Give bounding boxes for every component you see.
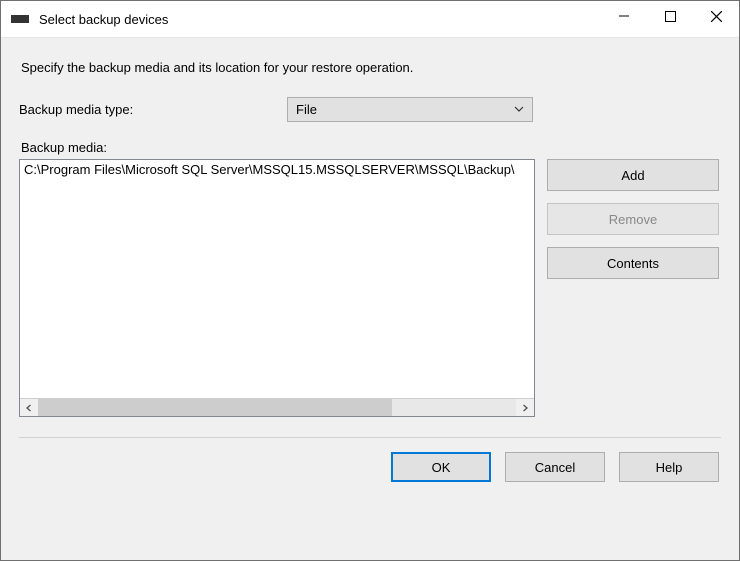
scroll-right-button[interactable] [516,399,534,416]
chevron-left-icon [25,404,33,412]
minimize-button[interactable] [601,1,647,31]
help-button[interactable]: Help [619,452,719,482]
scroll-thumb[interactable] [38,399,392,416]
horizontal-scrollbar[interactable] [20,398,534,416]
scroll-left-button[interactable] [20,399,38,416]
media-section: C:\Program Files\Microsoft SQL Server\MS… [19,159,721,417]
window-controls [601,1,739,37]
media-type-label: Backup media type: [19,102,287,117]
ok-button[interactable]: OK [391,452,491,482]
list-area: C:\Program Files\Microsoft SQL Server\MS… [20,160,534,398]
chevron-right-icon [521,404,529,412]
cancel-button[interactable]: Cancel [505,452,605,482]
backup-media-label: Backup media: [21,140,719,155]
minimize-icon [619,11,629,21]
scroll-track[interactable] [38,399,516,416]
list-item[interactable]: C:\Program Files\Microsoft SQL Server\MS… [24,162,530,177]
media-type-dropdown[interactable]: File [287,97,533,122]
titlebar: Select backup devices [1,1,739,37]
remove-button: Remove [547,203,719,235]
backup-media-listbox[interactable]: C:\Program Files\Microsoft SQL Server\MS… [19,159,535,417]
separator [19,437,721,438]
media-type-value: File [296,102,317,117]
close-icon [711,11,722,22]
close-button[interactable] [693,1,739,31]
media-type-row: Backup media type: File [19,97,721,122]
footer-buttons: OK Cancel Help [19,452,721,500]
maximize-icon [665,11,676,22]
instruction-text: Specify the backup media and its locatio… [21,60,719,75]
select-backup-devices-dialog: Select backup devices Specify the backup… [0,0,740,561]
contents-button[interactable]: Contents [547,247,719,279]
chevron-down-icon [514,102,524,117]
maximize-button[interactable] [647,1,693,31]
side-buttons: Add Remove Contents [547,159,719,417]
dialog-body: Specify the backup media and its locatio… [1,37,739,560]
add-button[interactable]: Add [547,159,719,191]
app-icon [11,15,29,23]
window-title: Select backup devices [39,12,601,27]
